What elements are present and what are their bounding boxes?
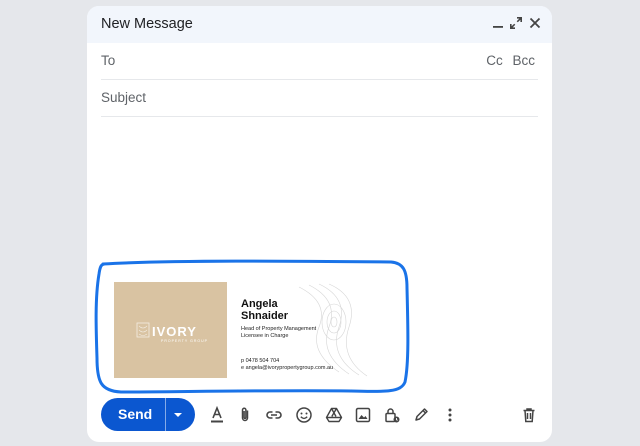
compose-toolbar: Send xyxy=(87,394,552,434)
send-button-group: Send xyxy=(101,398,195,431)
close-icon[interactable] xyxy=(527,15,543,31)
emoji-icon[interactable] xyxy=(295,406,313,424)
message-body[interactable] xyxy=(101,118,538,258)
signature-name: Angela Shnaider xyxy=(241,298,301,322)
logo-subtext: PROPERTY GROUP xyxy=(161,339,208,343)
signature-email: e angela@ivorypropertygroup.com.au xyxy=(241,365,334,371)
signature-first-name: Angela xyxy=(241,298,278,310)
trash-icon[interactable] xyxy=(520,406,538,424)
compose-titlebar: New Message xyxy=(87,6,552,43)
email-signature: IVORY PROPERTY GROUP Angela Shnaider Hea… xyxy=(114,282,368,378)
confidential-lock-icon[interactable] xyxy=(383,406,401,424)
signature-last-name: Shnaider xyxy=(241,310,289,322)
compose-title: New Message xyxy=(101,16,193,32)
send-divider xyxy=(165,398,166,431)
send-button[interactable]: Send xyxy=(118,406,152,422)
to-label: To xyxy=(101,53,116,68)
logo-text: IVORY xyxy=(152,324,197,339)
minimize-icon[interactable] xyxy=(490,15,506,31)
compose-window: New Message To Cc Bcc Subject IVORY PROP… xyxy=(87,6,552,442)
signature-pen-icon[interactable] xyxy=(412,406,430,424)
signature-role: Head of Property Management Licensee in … xyxy=(241,326,351,340)
signature-phone: p 0478 504 704 xyxy=(241,358,280,364)
signature-subtitle: Licensee in Charge xyxy=(241,333,289,339)
cc-bcc-links: Cc Bcc xyxy=(480,53,535,68)
cc-link[interactable]: Cc xyxy=(486,53,503,68)
bcc-link[interactable]: Bcc xyxy=(512,53,535,68)
link-icon[interactable] xyxy=(265,406,283,424)
text-format-icon[interactable] xyxy=(208,406,226,424)
logo-mark-icon xyxy=(136,322,150,338)
attach-icon[interactable] xyxy=(236,406,254,424)
expand-icon[interactable] xyxy=(508,15,524,31)
company-logo: IVORY PROPERTY GROUP xyxy=(114,282,227,378)
more-options-icon[interactable] xyxy=(441,406,459,424)
drive-icon[interactable] xyxy=(325,406,343,424)
to-field[interactable]: To Cc Bcc xyxy=(101,43,538,80)
chevron-down-icon[interactable] xyxy=(171,408,185,422)
subject-field[interactable]: Subject xyxy=(101,80,538,117)
signature-title: Head of Property Management xyxy=(241,326,317,332)
subject-placeholder: Subject xyxy=(101,90,147,105)
image-icon[interactable] xyxy=(354,406,372,424)
